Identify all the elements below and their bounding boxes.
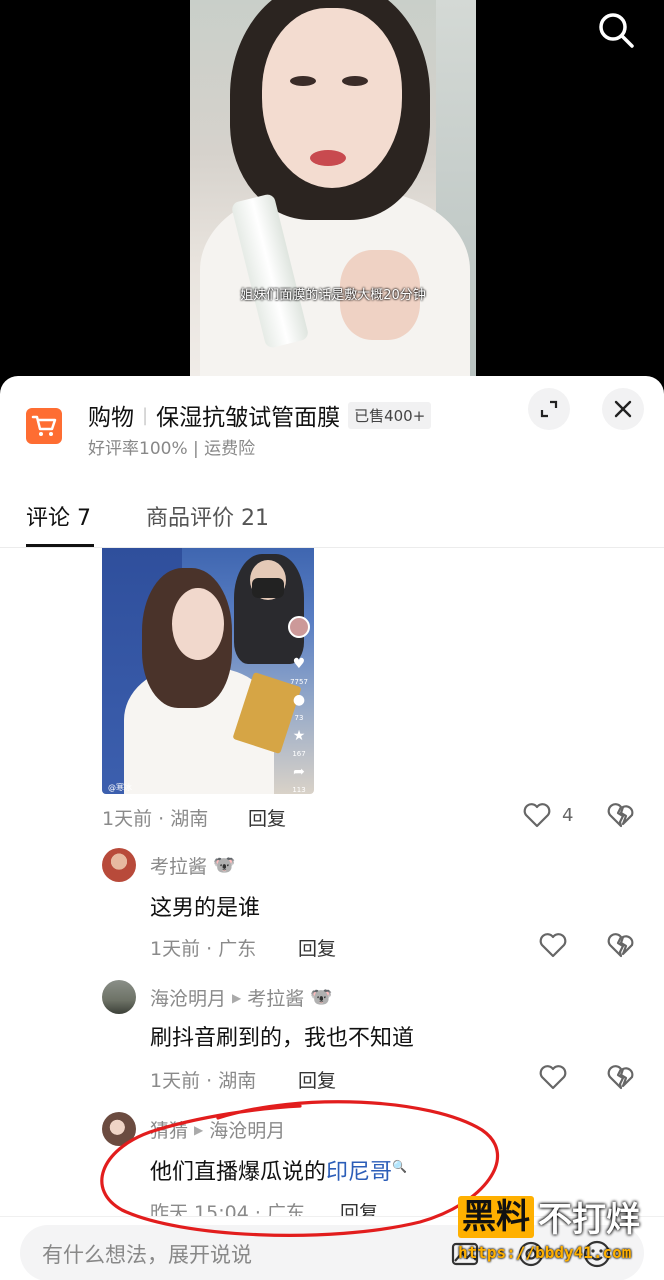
comment-username-row[interactable]: 猜猜 ▶ 海沧明月 bbox=[150, 1116, 285, 1143]
avatar[interactable] bbox=[102, 848, 136, 882]
expand-button[interactable] bbox=[528, 388, 570, 430]
reply-button[interactable]: 回复 bbox=[298, 934, 336, 961]
comment-text-prefix: 他们直播爆瓜说的 bbox=[150, 1160, 327, 1185]
avatar[interactable] bbox=[102, 980, 136, 1014]
comment-time-location: 1天前 · 广东 bbox=[150, 938, 257, 960]
comment-text: 刷抖音刷到的，我也不知道 bbox=[150, 1026, 415, 1051]
heart-icon: ♥ bbox=[292, 656, 306, 672]
koala-badge-icon: 🐨 bbox=[213, 855, 236, 876]
thumb-like-count: 7757 bbox=[290, 678, 308, 686]
like-count: 4 bbox=[562, 804, 574, 826]
watermark-logo: 黑料 不打烊 bbox=[458, 1192, 658, 1241]
heart-outline-icon[interactable] bbox=[538, 1062, 568, 1092]
watermark-url: https://bbdy41.com bbox=[458, 1243, 632, 1262]
product-title-row[interactable]: 购物 | 保湿抗皱试管面膜 已售400+ bbox=[88, 398, 432, 432]
search-keyword-link[interactable]: 印尼哥 bbox=[326, 1160, 392, 1185]
expand-icon bbox=[540, 400, 558, 418]
tab-bar: 评论 7 商品评价 21 bbox=[0, 486, 664, 548]
sold-badge: 已售400+ bbox=[348, 401, 432, 429]
watermark-rest-text: 不打烊 bbox=[538, 1200, 640, 1240]
star-icon: ★ bbox=[292, 728, 306, 744]
comment-username-row[interactable]: 海沧明月 ▶ 考拉酱 🐨 bbox=[150, 984, 333, 1011]
tab-comments[interactable]: 评论 7 bbox=[26, 500, 91, 532]
comment-time-location: 昨天 15:04 · 广东 bbox=[150, 1202, 305, 1216]
product-title: 保湿抗皱试管面膜 bbox=[156, 405, 341, 431]
heart-outline-icon[interactable] bbox=[538, 930, 568, 960]
product-rating: 好评率100% | 运费险 bbox=[88, 439, 256, 459]
thumb-mask bbox=[252, 578, 284, 598]
search-small-icon: 🔍 bbox=[392, 1159, 407, 1174]
video-player[interactable]: 姐妹们面膜的话是敷大概20分钟 bbox=[0, 0, 664, 400]
reply-to-username: 考拉酱 bbox=[247, 988, 305, 1010]
comment-sheet: 购物 | 保湿抗皱试管面膜 已售400+ 好评率100% | 运费险 评论 7 … bbox=[0, 376, 664, 1280]
username: 考拉酱 bbox=[150, 856, 208, 878]
product-header[interactable]: 购物 | 保湿抗皱试管面膜 已售400+ 好评率100% | 运费险 bbox=[0, 376, 664, 476]
dislike-broken-heart-icon[interactable] bbox=[606, 1062, 636, 1092]
like-button[interactable]: 4 bbox=[522, 800, 573, 830]
video-person-eye bbox=[290, 76, 316, 86]
comment-time-location: 1天前 · 湖南 bbox=[150, 1070, 257, 1092]
video-frame[interactable]: 姐妹们面膜的话是敷大概20分钟 bbox=[190, 0, 476, 380]
comment-text: 他们直播爆瓜说的印尼哥🔍 bbox=[150, 1154, 407, 1186]
tab-underline bbox=[26, 544, 94, 547]
thumb-woman-face bbox=[172, 588, 224, 660]
reply-button[interactable]: 回复 bbox=[298, 1066, 336, 1093]
dislike-broken-heart-icon[interactable] bbox=[606, 800, 636, 830]
search-button[interactable] bbox=[594, 8, 638, 52]
shopping-cart-icon bbox=[26, 408, 62, 444]
thumb-action-column: ♥ 7757 ● 73 ★ 167 ➦ 113 bbox=[284, 656, 314, 794]
avatar[interactable] bbox=[102, 1112, 136, 1146]
reply-button[interactable]: 回复 bbox=[340, 1198, 378, 1216]
reply-arrow-icon: ▶ bbox=[232, 990, 242, 1005]
share-icon: ➦ bbox=[293, 764, 305, 780]
comment-username-row[interactable]: 考拉酱 🐨 bbox=[150, 852, 235, 879]
reply-arrow-icon: ▶ bbox=[194, 1122, 204, 1137]
search-icon bbox=[599, 13, 634, 48]
reply-button[interactable]: 回复 bbox=[248, 804, 286, 831]
comment-time-location: 1天前 · 湖南 bbox=[102, 808, 209, 830]
video-caption: 姐妹们面膜的话是敷大概20分钟 bbox=[240, 288, 426, 303]
tab-product-reviews[interactable]: 商品评价 21 bbox=[146, 500, 269, 532]
thumb-fav-count: 167 bbox=[292, 750, 306, 758]
comment-input-placeholder: 有什么想法，展开说说 bbox=[42, 1243, 252, 1267]
comment-text: 这男的是谁 bbox=[150, 896, 261, 921]
watermark: 黑料 不打烊 https://bbdy41.com bbox=[458, 1192, 658, 1272]
thumb-handle: @寒冰 bbox=[108, 783, 132, 792]
watermark-box-text: 黑料 bbox=[458, 1195, 534, 1238]
dislike-broken-heart-icon[interactable] bbox=[606, 930, 636, 960]
thumb-avatar bbox=[288, 616, 310, 638]
comment-image[interactable]: ♥ 7757 ● 73 ★ 167 ➦ 113 @寒冰 bbox=[102, 548, 314, 794]
close-button[interactable] bbox=[602, 388, 644, 430]
thumb-share-count: 113 bbox=[292, 786, 306, 794]
comment-icon: ● bbox=[292, 692, 306, 708]
video-person-eye bbox=[342, 76, 368, 86]
close-icon bbox=[614, 400, 632, 418]
koala-badge-icon: 🐨 bbox=[310, 987, 333, 1008]
heart-outline-icon bbox=[523, 803, 551, 828]
title-separator: | bbox=[142, 404, 149, 426]
product-category: 购物 bbox=[88, 405, 134, 431]
comment-list[interactable]: ♥ 7757 ● 73 ★ 167 ➦ 113 @寒冰 1天前 · 湖南 回复 … bbox=[0, 548, 664, 1216]
reply-to-username: 海沧明月 bbox=[209, 1120, 286, 1142]
video-person-lips bbox=[310, 150, 346, 166]
thumb-comment-count: 73 bbox=[294, 714, 304, 722]
username: 海沧明月 bbox=[150, 988, 227, 1010]
username: 猜猜 bbox=[150, 1120, 189, 1142]
